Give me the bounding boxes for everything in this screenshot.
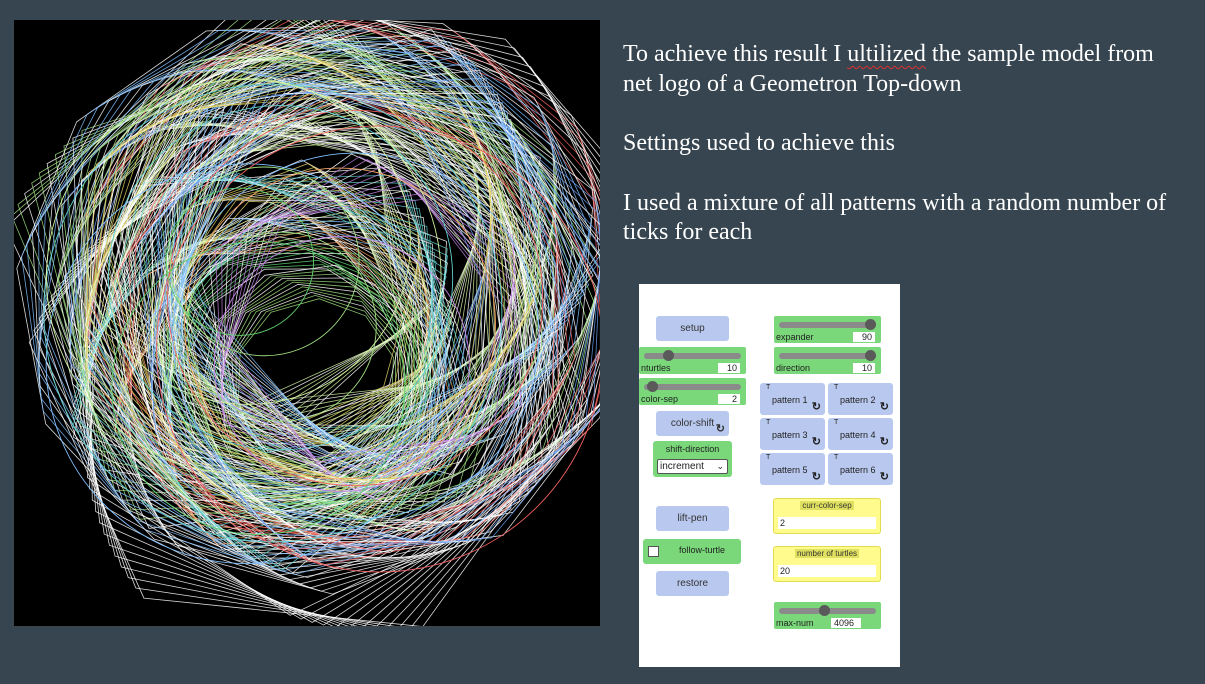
pattern-2-label: pattern 2 xyxy=(840,395,876,405)
color-sep-slider[interactable]: color-sep 2 xyxy=(639,378,746,405)
pattern-6-button[interactable]: T pattern 6 ↻ xyxy=(828,453,893,485)
number-of-turtles-value: 20 xyxy=(778,565,876,577)
forever-icon: ↻ xyxy=(811,401,821,413)
number-of-turtles-label: number of turtles xyxy=(794,549,860,558)
nturtles-value: 10 xyxy=(718,363,740,373)
notes-text: To achieve this result I ultilized the s… xyxy=(623,40,1183,248)
turtle-indicator: T xyxy=(766,419,771,426)
setup-label: setup xyxy=(680,323,705,334)
color-shift-label: color-shift xyxy=(670,418,715,429)
lift-pen-label: lift-pen xyxy=(677,513,708,524)
color-shift-button[interactable]: color-shift ↻ xyxy=(656,411,729,436)
color-sep-knob[interactable] xyxy=(647,381,658,392)
nturtles-label: nturtles xyxy=(641,363,671,373)
netlogo-interface-panel: setup nturtles 10 color-sep 2 color-shif… xyxy=(639,284,900,667)
color-sep-label: color-sep xyxy=(641,394,679,404)
nturtles-slider[interactable]: nturtles 10 xyxy=(639,347,746,374)
curr-color-sep-label: curr-color-sep xyxy=(800,501,854,510)
direction-label: direction xyxy=(776,363,811,373)
pattern-1-label: pattern 1 xyxy=(772,395,808,405)
setup-button[interactable]: setup xyxy=(656,316,729,341)
direction-knob[interactable] xyxy=(865,350,876,361)
expander-slider[interactable]: expander 90 xyxy=(774,316,881,343)
geometron-drawing xyxy=(14,20,600,626)
max-num-knob[interactable] xyxy=(819,605,830,616)
turtle-indicator: T xyxy=(766,454,771,461)
expander-value: 90 xyxy=(853,332,875,342)
lift-pen-button[interactable]: lift-pen xyxy=(656,506,729,531)
direction-slider[interactable]: direction 10 xyxy=(774,347,881,374)
misspelled-word: ultilized xyxy=(847,41,926,67)
curr-color-sep-value: 2 xyxy=(778,517,876,529)
shift-direction-chooser[interactable]: shift-direction increment ⌄ xyxy=(653,441,732,477)
restore-label: restore xyxy=(676,578,709,589)
expander-track xyxy=(779,322,876,328)
forever-icon: ↻ xyxy=(879,401,889,413)
pattern-5-button[interactable]: T pattern 5 ↻ xyxy=(760,453,825,485)
forever-icon: ↻ xyxy=(715,423,725,435)
notes-paragraph-2: Settings used to achieve this xyxy=(623,130,895,156)
max-num-value: 4096 xyxy=(831,618,861,628)
direction-track xyxy=(779,353,876,359)
forever-icon: ↻ xyxy=(879,471,889,483)
pattern-2-button[interactable]: T pattern 2 ↻ xyxy=(828,383,893,415)
pattern-1-button[interactable]: T pattern 1 ↻ xyxy=(760,383,825,415)
max-num-slider[interactable]: max-num 4096 xyxy=(774,602,881,629)
pattern-3-label: pattern 3 xyxy=(772,430,808,440)
pattern-5-label: pattern 5 xyxy=(772,465,808,475)
number-of-turtles-monitor: number of turtles 20 xyxy=(773,546,881,582)
turtle-indicator: T xyxy=(834,384,839,391)
follow-turtle-checkbox[interactable] xyxy=(648,546,659,557)
shift-direction-select[interactable]: increment ⌄ xyxy=(657,459,728,474)
restore-button[interactable]: restore xyxy=(656,571,729,596)
notes-paragraph-1: To achieve this result I ultilized the s… xyxy=(623,41,1154,97)
chevron-down-icon: ⌄ xyxy=(716,461,724,471)
notes-paragraph-3: I used a mixture of all patterns with a … xyxy=(623,189,1167,246)
turtle-indicator: T xyxy=(834,454,839,461)
follow-turtle-label: follow-turtle xyxy=(678,545,725,555)
follow-turtle-switch[interactable]: follow-turtle xyxy=(643,539,741,564)
forever-icon: ↻ xyxy=(811,436,821,448)
expander-label: expander xyxy=(776,332,814,342)
curr-color-sep-monitor: curr-color-sep 2 xyxy=(773,498,881,534)
nturtles-knob[interactable] xyxy=(663,350,674,361)
turtle-indicator: T xyxy=(766,384,771,391)
shift-direction-label: shift-direction xyxy=(665,444,720,454)
turtle-indicator: T xyxy=(834,419,839,426)
forever-icon: ↻ xyxy=(879,436,889,448)
direction-value: 10 xyxy=(853,363,875,373)
nturtles-track xyxy=(644,353,741,359)
max-num-label: max-num xyxy=(776,618,814,628)
pattern-6-label: pattern 6 xyxy=(840,465,876,475)
shift-direction-value: increment xyxy=(660,461,704,472)
geometron-drawing-canvas xyxy=(14,20,600,626)
expander-knob[interactable] xyxy=(865,319,876,330)
forever-icon: ↻ xyxy=(811,471,821,483)
color-sep-track xyxy=(644,384,741,390)
pattern-4-label: pattern 4 xyxy=(840,430,876,440)
color-sep-value: 2 xyxy=(718,394,740,404)
pattern-3-button[interactable]: T pattern 3 ↻ xyxy=(760,418,825,450)
art-strokes xyxy=(14,20,600,626)
pattern-4-button[interactable]: T pattern 4 ↻ xyxy=(828,418,893,450)
